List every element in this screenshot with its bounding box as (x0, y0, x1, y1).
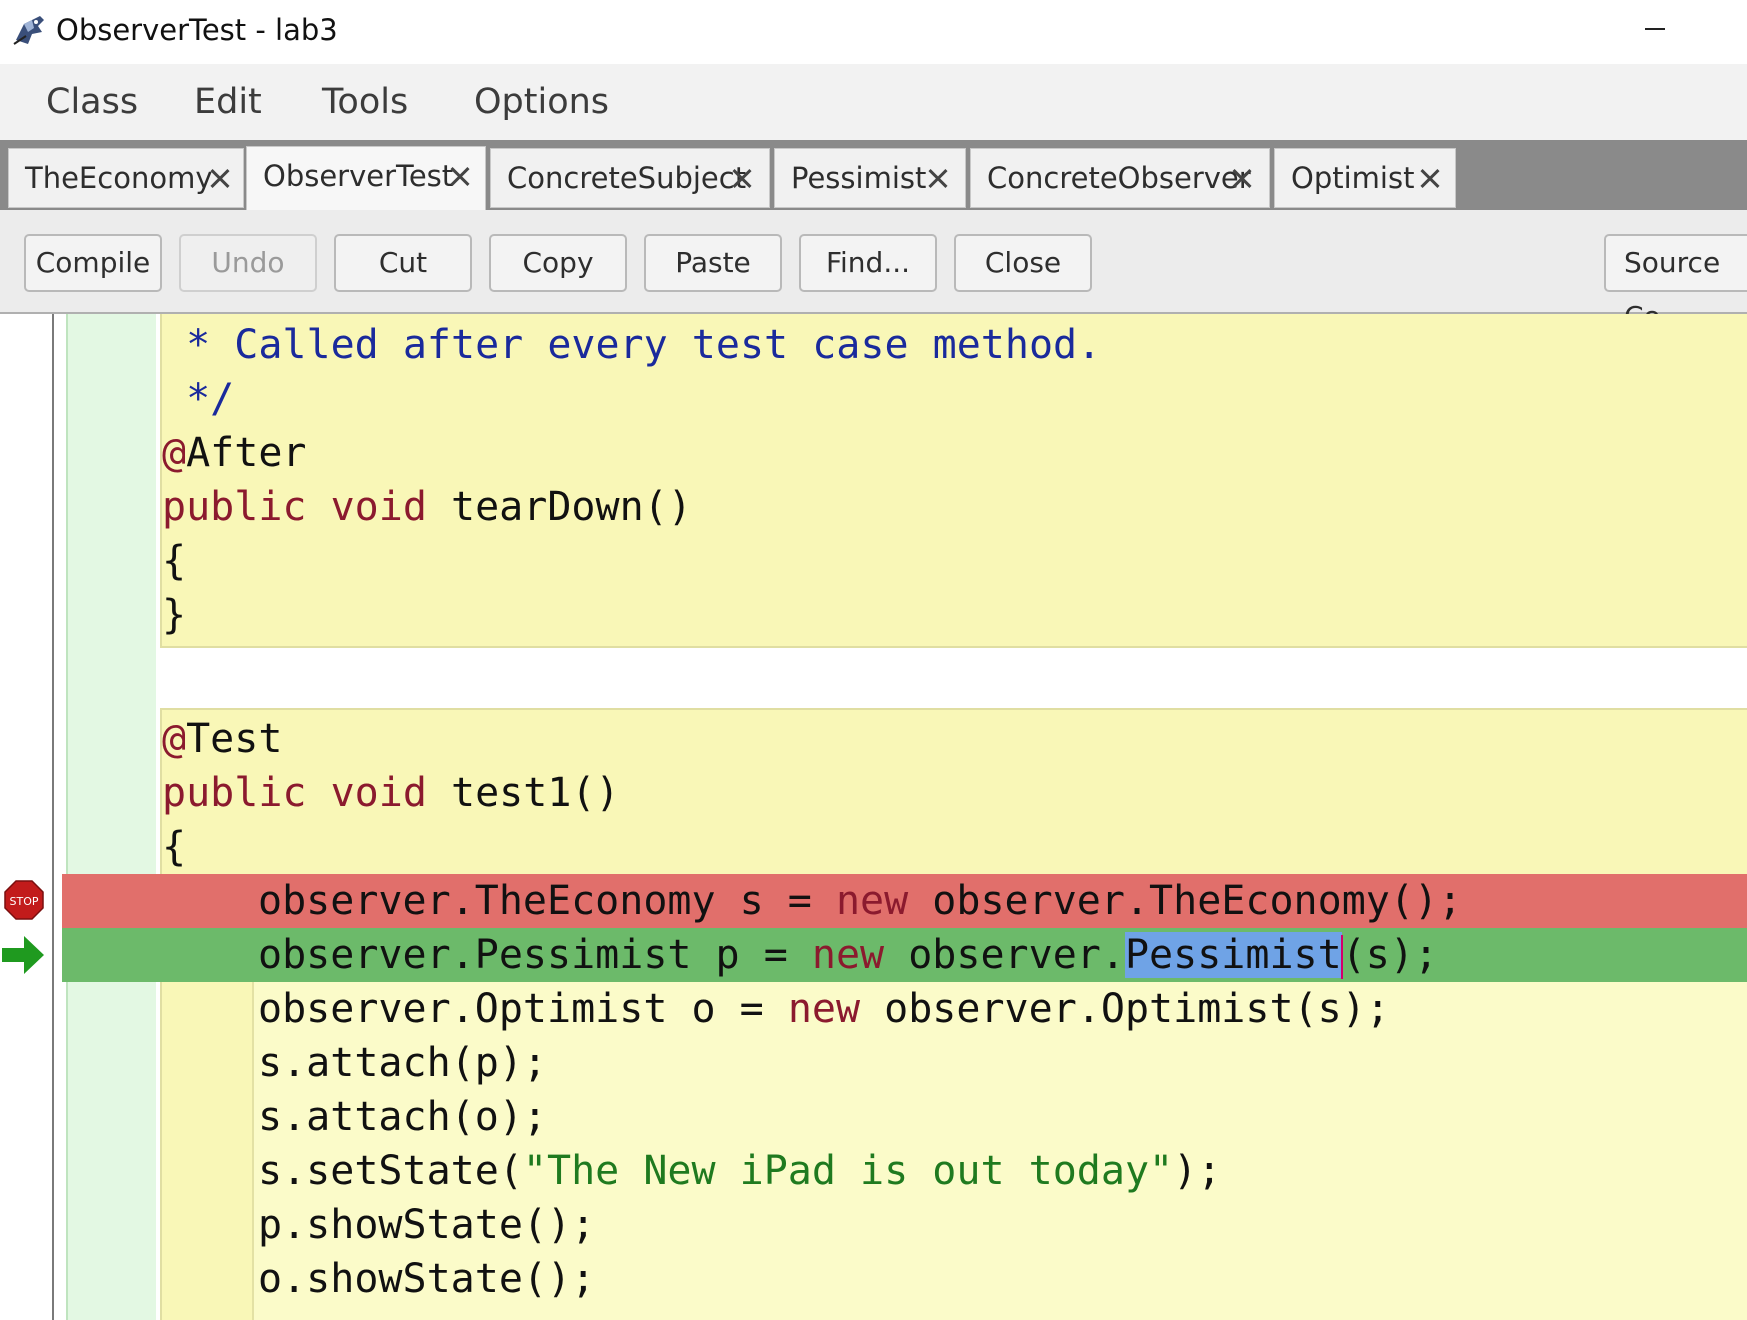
tab-optimist[interactable]: Optimist (1274, 148, 1456, 208)
keyword-public: public (162, 770, 307, 816)
menu-edit[interactable]: Edit (194, 82, 262, 122)
undo-button[interactable]: Undo (179, 234, 317, 292)
code-segment: s.setState( (258, 1148, 523, 1194)
tab-label: TheEconomy (25, 161, 213, 195)
code-line-7: @Test (162, 712, 282, 766)
keyword-void: void (330, 770, 427, 816)
tab-label: Optimist (1291, 161, 1415, 195)
code-line-17: o.showState(); (258, 1256, 596, 1302)
close-tab-icon[interactable] (1227, 149, 1255, 207)
tab-label: ConcreteObserver (987, 161, 1251, 195)
code-segment: observer.TheEconomy s = (258, 878, 836, 924)
tab-label: Pessimist (791, 161, 927, 195)
menu-class[interactable]: Class (46, 82, 138, 122)
code-line-4: public void tearDown() (162, 480, 692, 534)
minimize-button[interactable] (1640, 6, 1688, 54)
annotation-name: Test (186, 716, 283, 762)
code-line-16: p.showState(); (258, 1202, 596, 1248)
code-line-8: public void test1() (162, 766, 620, 820)
breakpoint-label: STOP (10, 895, 39, 908)
breakpoint-stop-icon[interactable]: STOP (4, 880, 44, 920)
code-line-2: */ (162, 376, 235, 422)
code-line-14: s.attach(o); (258, 1094, 547, 1140)
code-segment: observer.Optimist o = (258, 986, 788, 1032)
close-tab-icon[interactable] (727, 149, 755, 207)
code-line-6: } (162, 592, 187, 638)
method-signature: tearDown() (451, 484, 692, 530)
close-tab-icon[interactable] (445, 147, 473, 205)
annotation-name: After (186, 430, 307, 476)
code-line-13: s.attach(p); (258, 1040, 547, 1086)
tab-label: ConcreteSubject (507, 161, 747, 195)
class-scope-strip (66, 314, 156, 1320)
copy-button[interactable]: Copy (489, 234, 627, 292)
tab-pessimist[interactable]: Pessimist (774, 148, 966, 208)
close-tab-icon[interactable] (923, 149, 951, 207)
code-line-10: observer.TheEconomy s = new observer.The… (258, 874, 1462, 928)
gutter-divider (52, 314, 54, 1320)
menu-tools[interactable]: Tools (322, 82, 408, 122)
cut-button[interactable]: Cut (334, 234, 472, 292)
selected-text[interactable]: Pessimist (1124, 932, 1342, 978)
keyword-public: public (162, 484, 307, 530)
compile-button[interactable]: Compile (24, 234, 162, 292)
code-line-11: observer.Pessimist p = new observer.Pess… (258, 928, 1438, 982)
view-mode-selector[interactable]: Source Co (1604, 234, 1747, 333)
editor-toolbar: Compile Undo Cut Copy Paste Find... Clos… (0, 210, 1747, 333)
window-title: ObserverTest - lab3 (56, 13, 338, 47)
paste-button[interactable]: Paste (644, 234, 782, 292)
method-signature: test1() (451, 770, 620, 816)
code-segment: observer.Pessimist p = (258, 932, 812, 978)
code-segment: observer.TheEconomy(); (908, 878, 1463, 924)
menu-bar: Class Edit Tools Options (0, 64, 1747, 140)
code-line-3: @After (162, 426, 307, 480)
close-tab-icon[interactable] (205, 149, 233, 207)
code-editor[interactable]: STOP * Called after every test case meth… (0, 314, 1747, 1320)
tab-concreteobserver[interactable]: ConcreteObserver (970, 148, 1270, 208)
code-segment: ); (1173, 1148, 1222, 1194)
breakpoint-gutter[interactable] (0, 314, 52, 1320)
code-segment: (s); (1341, 932, 1439, 978)
close-button[interactable]: Close (954, 234, 1092, 292)
tab-theeconomy[interactable]: TheEconomy (8, 148, 244, 208)
tab-observertest[interactable]: ObserverTest (246, 146, 486, 210)
menu-options[interactable]: Options (474, 82, 609, 122)
find-button[interactable]: Find... (799, 234, 937, 292)
bluej-app-icon (13, 16, 44, 45)
code-line-15: s.setState("The New iPad is out today"); (258, 1144, 1221, 1198)
code-line-9: { (162, 824, 187, 870)
keyword-void: void (330, 484, 427, 530)
execution-arrow-icon (2, 936, 44, 974)
tab-label: ObserverTest (263, 159, 454, 193)
code-line-12: observer.Optimist o = new observer.Optim… (258, 982, 1390, 1036)
title-bar: ObserverTest - lab3 (0, 0, 1747, 64)
keyword-new: new (835, 878, 909, 924)
code-line-1: * Called after every test case method. (162, 322, 1102, 368)
code-line-5: { (162, 538, 187, 584)
string-literal: "The New iPad is out today" (522, 1148, 1174, 1194)
editor-tab-bar: TheEconomy ObserverTest ConcreteSubject … (0, 140, 1747, 210)
code-segment: observer.Optimist(s); (860, 986, 1390, 1032)
tab-concretesubject[interactable]: ConcreteSubject (490, 148, 770, 208)
keyword-new: new (811, 932, 885, 978)
code-segment: observer. (884, 932, 1125, 978)
keyword-new: new (787, 986, 861, 1032)
close-tab-icon[interactable] (1415, 149, 1443, 207)
annotation-at: @ (162, 430, 187, 476)
annotation-at: @ (162, 716, 187, 762)
